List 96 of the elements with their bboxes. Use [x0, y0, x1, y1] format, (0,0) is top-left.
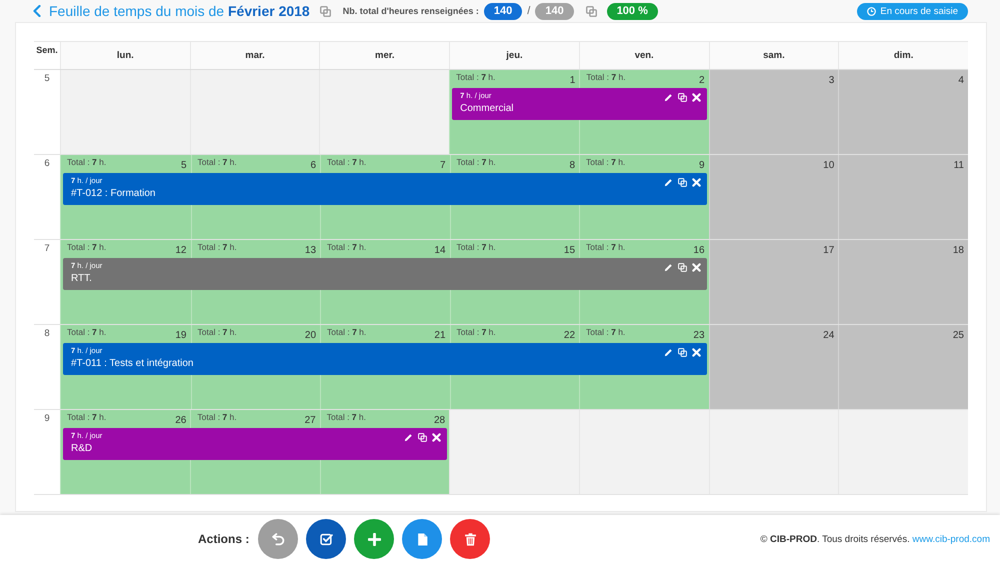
delete-button[interactable]	[450, 519, 490, 559]
day-total: Total : 7 h.	[456, 242, 496, 252]
completion-badge: 100 %	[606, 2, 658, 20]
day-number: 4	[958, 74, 964, 86]
day-number: 19	[175, 329, 186, 341]
day-number: 9	[698, 159, 705, 171]
day-total: Total : 7 h.	[586, 242, 626, 252]
pencil-icon[interactable]	[664, 348, 673, 357]
day-total: Total : 7 h.	[586, 157, 626, 167]
weekday-heading: ven.	[578, 42, 709, 69]
event-title: R&D	[71, 443, 94, 454]
day-number: 27	[304, 414, 316, 426]
cross-icon[interactable]	[692, 93, 701, 102]
event-title: #T-011 : Tests et intégration	[71, 358, 194, 369]
day-number: 1	[570, 74, 576, 86]
day-total: Total : 7 h.	[327, 327, 366, 337]
cross-icon[interactable]	[692, 348, 701, 357]
day-total: Total : 7 h.	[456, 327, 496, 337]
day-number: 13	[304, 244, 316, 256]
day-total: Total : 7 h.	[586, 72, 626, 82]
day-number: 16	[693, 244, 705, 256]
actions-label: Actions :	[198, 532, 250, 546]
copy-icon[interactable]	[678, 178, 687, 187]
day-total: Total : 7 h.	[197, 412, 237, 422]
day-number: 14	[434, 244, 446, 256]
document-button[interactable]	[402, 519, 442, 559]
day-total: Total : 7 h.	[327, 242, 366, 252]
plus-icon	[368, 532, 381, 546]
day-total: Total : 7 h.	[327, 157, 366, 167]
weekday-heading: mer.	[319, 42, 450, 69]
day-number: 2	[699, 74, 705, 86]
day-total: Total : 7 h.	[67, 327, 106, 337]
day-number: 8	[569, 159, 576, 171]
day-number: 24	[823, 329, 834, 341]
weekday-heading: jeu.	[449, 42, 579, 69]
pencil-icon[interactable]	[404, 433, 414, 442]
day-number: 23	[693, 329, 705, 341]
trash-icon	[464, 532, 477, 546]
page-title: Feuille de temps du mois de Février 2018	[49, 3, 310, 19]
checkbox-icon	[320, 532, 333, 546]
day-number: 20	[304, 329, 316, 341]
day-total: Total : 7 h.	[198, 327, 237, 337]
weekday-heading: mar.	[190, 42, 320, 69]
hours-expected-badge: 140	[535, 2, 574, 20]
event-title: RTT.	[71, 273, 93, 284]
day-total: Total : 7 h.	[586, 327, 626, 337]
day-number: 21	[434, 329, 446, 341]
day-total: Total : 7 h.	[456, 157, 496, 167]
hours-separator: /	[527, 5, 530, 17]
day-total: Total : 7 h.	[198, 157, 237, 167]
hours-label: Nb. total d'heures renseignées :	[342, 6, 479, 16]
day-total: Total : 7 h.	[67, 412, 106, 422]
day-number: 5	[180, 159, 186, 171]
day-number: 22	[564, 329, 576, 341]
day-number: 7	[440, 159, 446, 171]
day-number: 26	[175, 414, 186, 426]
day-total: Total : 7 h.	[326, 412, 366, 422]
pencil-icon[interactable]	[664, 93, 673, 102]
cross-icon[interactable]	[432, 433, 442, 442]
day-total: Total : 7 h.	[67, 242, 106, 252]
day-number: 28	[434, 414, 446, 426]
copy-icon[interactable]	[418, 433, 428, 442]
clock-icon	[867, 6, 876, 16]
week-column-heading: Sem.	[34, 42, 60, 69]
hours-entered-badge: 140	[484, 2, 522, 20]
day-number: 15	[564, 244, 576, 256]
day-number: 10	[823, 159, 834, 171]
copy-icon[interactable]	[678, 348, 687, 357]
day-total: Total : 7 h.	[456, 72, 496, 82]
copyright-text: © CIB-PROD. Tous droits réservés. www.cib-prod.com	[760, 534, 990, 544]
copy-icon[interactable]	[678, 93, 687, 102]
copy-icon[interactable]	[678, 263, 687, 272]
cross-icon[interactable]	[692, 263, 701, 272]
pencil-icon[interactable]	[664, 178, 673, 187]
add-button[interactable]	[354, 519, 394, 559]
weekday-heading: dim.	[838, 42, 968, 69]
cross-icon[interactable]	[692, 178, 701, 187]
day-total: Total : 7 h.	[198, 242, 237, 252]
chevron-left-icon[interactable]	[33, 5, 41, 17]
day-number: 3	[828, 74, 834, 86]
undo-icon	[272, 532, 285, 546]
day-number: 18	[952, 244, 964, 256]
day-number: 12	[175, 244, 186, 256]
undo-button[interactable]	[258, 519, 298, 559]
event-title: Commercial	[460, 103, 514, 114]
day-number: 25	[952, 329, 964, 341]
weekday-heading: lun.	[60, 42, 190, 69]
pencil-icon[interactable]	[664, 263, 673, 272]
day-number: 6	[310, 159, 316, 171]
day-number: 11	[954, 159, 964, 171]
event-title: #T-012 : Formation	[71, 188, 156, 199]
day-number: 17	[823, 244, 834, 256]
file-icon	[416, 532, 429, 546]
day-total: Total : 7 h.	[67, 157, 106, 167]
validate-button[interactable]	[306, 519, 346, 559]
weekday-heading: sam.	[708, 42, 838, 69]
